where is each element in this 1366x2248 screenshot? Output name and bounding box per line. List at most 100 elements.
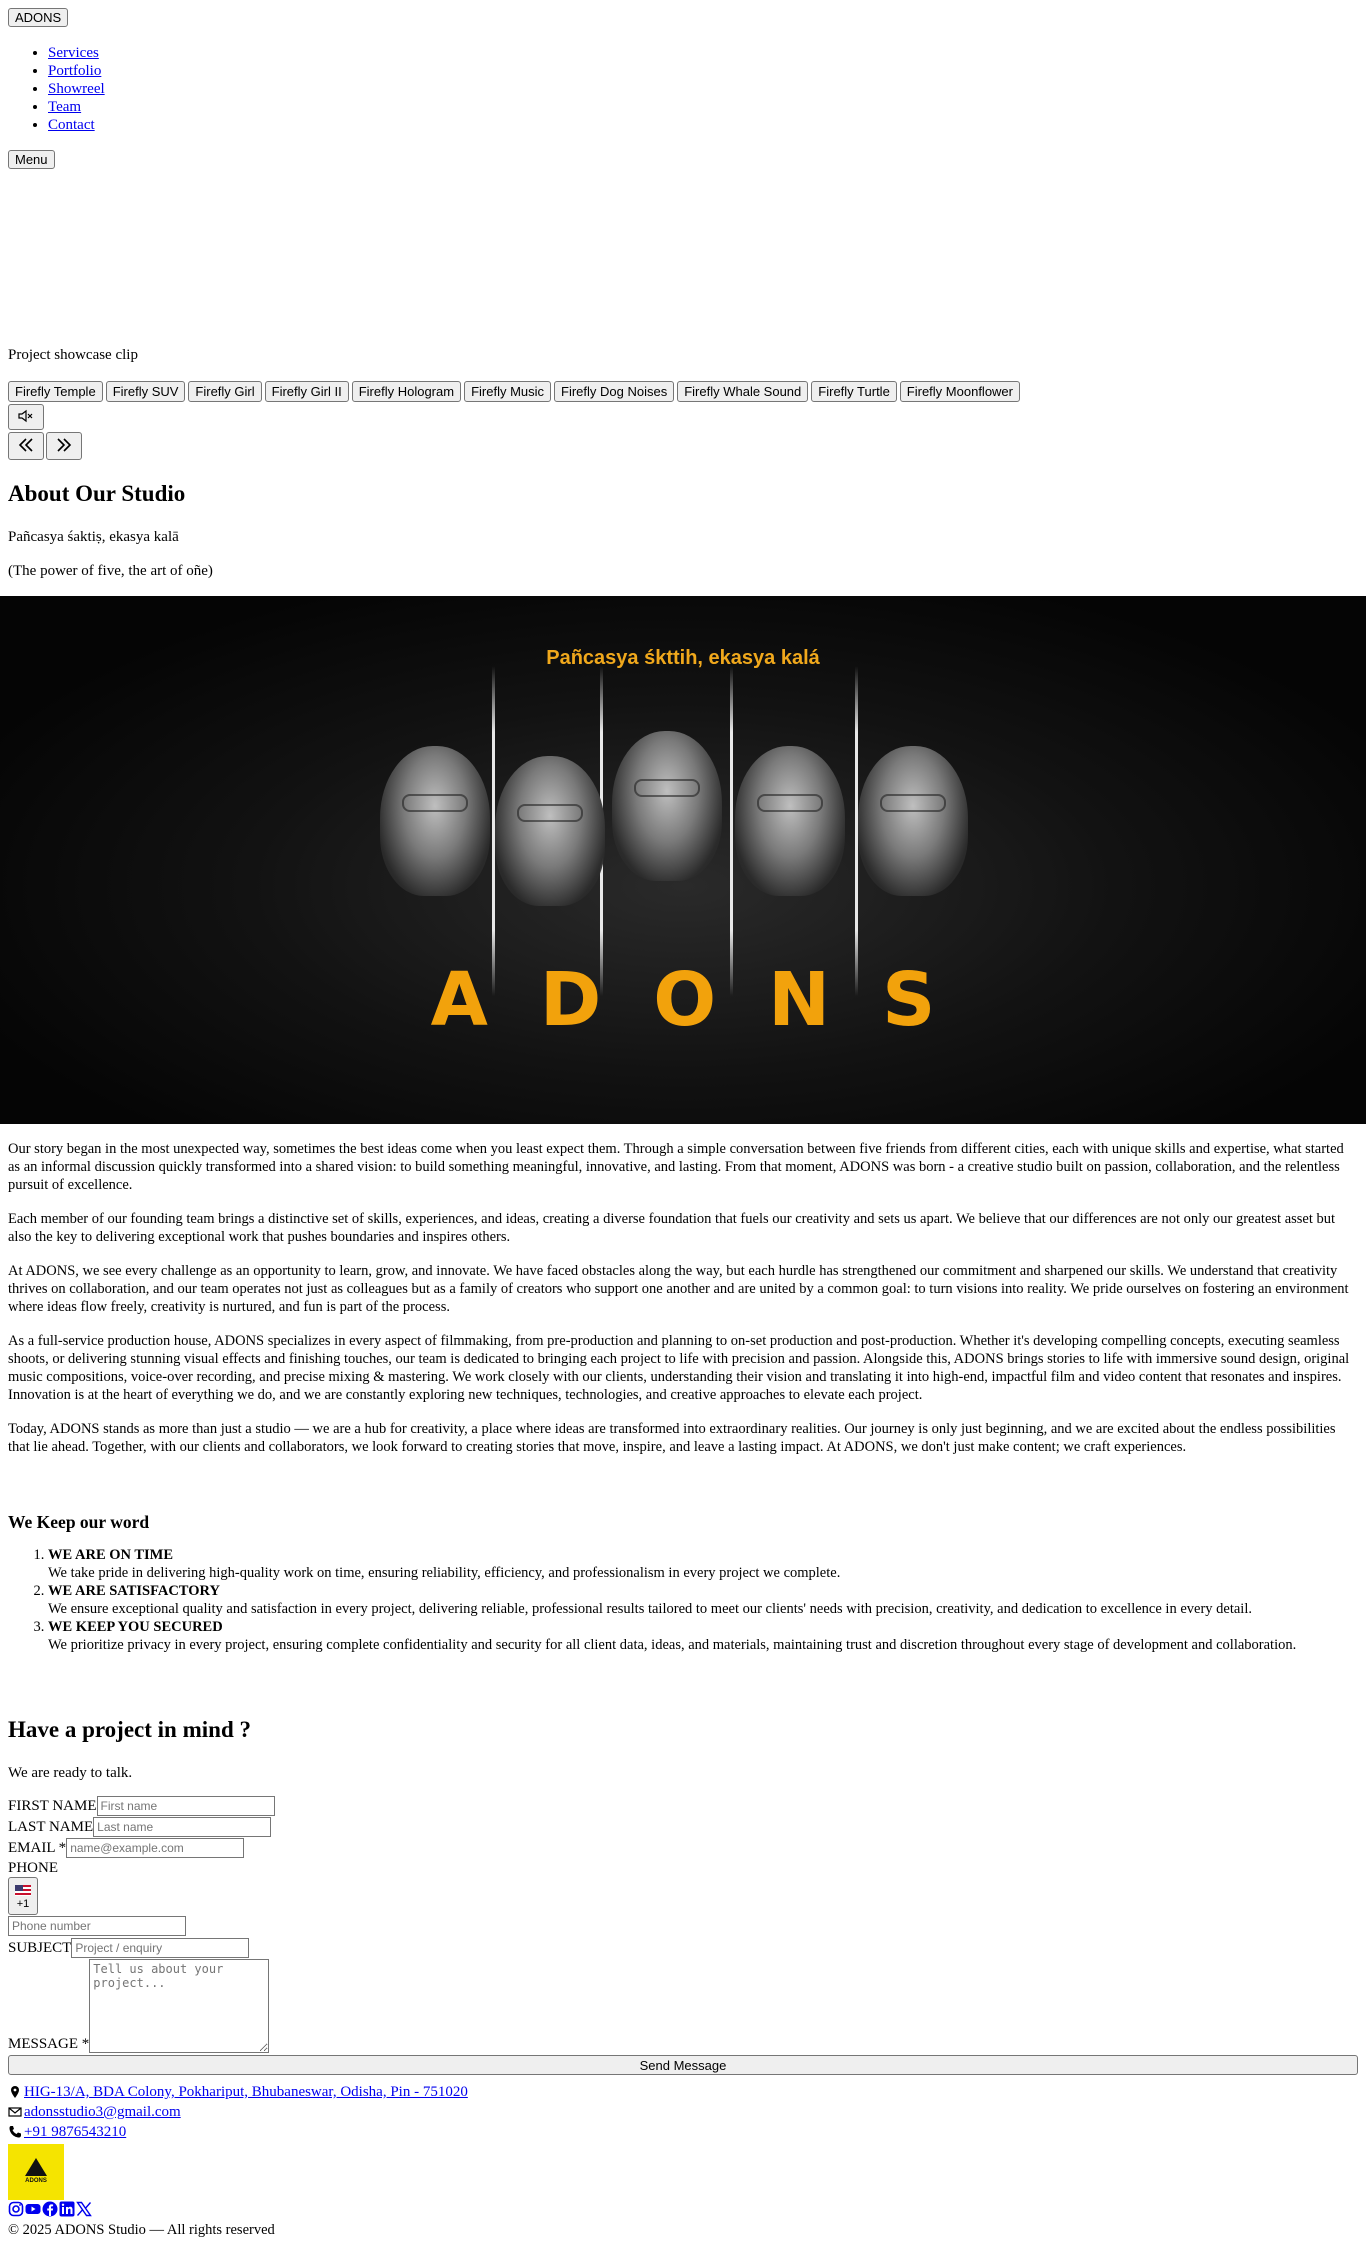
speaker-muted-icon (18, 409, 33, 422)
clip-pager (8, 432, 82, 460)
prev-clip-button[interactable] (8, 432, 44, 460)
team-member-portrait (612, 731, 722, 881)
menu-button[interactable]: Menu (8, 150, 55, 169)
promise-item: WE KEEP YOU SECURED We prioritize privac… (48, 1618, 1366, 1654)
facebook-icon[interactable] (42, 2201, 58, 2217)
email-link[interactable]: adonsstudio3@gmail.com (24, 2103, 181, 2121)
last-name-label: LAST NAME (8, 1819, 94, 1835)
contact-form: FIRST NAME LAST NAME EMAIL * PHONE +1 SU… (8, 1796, 1358, 2075)
phone-icon (9, 2126, 21, 2138)
hero-divider (730, 666, 733, 996)
promises-list: WE ARE ON TIME We take pride in deliveri… (8, 1546, 1366, 1654)
address-link[interactable]: HIG-13/A, BDA Colony, Pokhariput, Bhuban… (24, 2083, 468, 2101)
clip-button[interactable]: Firefly Whale Sound (677, 381, 809, 402)
story-paragraph: As a full-service production house, ADON… (8, 1333, 1350, 1403)
showcase-caption: Project showcase clip (8, 347, 138, 363)
last-name-row: LAST NAME (8, 1817, 1358, 1838)
promise-text: We ensure exceptional quality and satisf… (48, 1601, 1252, 1617)
double-chevron-right-icon (57, 438, 72, 452)
team-member-portrait (495, 756, 605, 906)
adons-logo[interactable]: ADONS (8, 2144, 64, 2200)
message-field[interactable] (89, 1959, 270, 2053)
nav-item-portfolio: Portfolio (48, 62, 105, 80)
nav-link-services[interactable]: Services (48, 45, 99, 61)
youtube-icon[interactable] (25, 2201, 41, 2217)
first-name-row: FIRST NAME (8, 1796, 1358, 1817)
main-nav: Services Portfolio Showreel Team Contact (8, 44, 105, 134)
next-clip-button[interactable] (46, 432, 82, 460)
clip-button[interactable]: Firefly Dog Noises (554, 381, 675, 402)
promise-item: WE ARE SATISFACTORY We ensure exceptiona… (48, 1582, 1366, 1618)
team-member-portrait (380, 746, 490, 896)
story-paragraph: Today, ADONS stands as more than just a … (8, 1421, 1336, 1455)
phone-line: +91 9876543210 (8, 2122, 468, 2142)
clip-button[interactable]: Firefly Turtle (811, 381, 897, 402)
nav-item-services: Services (48, 44, 105, 62)
email-field[interactable] (66, 1838, 245, 1858)
mute-button[interactable] (8, 404, 44, 430)
clip-button[interactable]: Firefly Temple (8, 381, 103, 402)
nav-link-contact[interactable]: Contact (48, 117, 95, 133)
nav-item-contact: Contact (48, 116, 105, 134)
linkedin-icon[interactable] (59, 2201, 75, 2217)
promise-text: We prioritize privacy in every project, … (48, 1637, 1297, 1653)
nav-link-showreel[interactable]: Showreel (48, 81, 105, 97)
story-paragraph: Each member of our founding team brings … (8, 1211, 1336, 1245)
country-code: +1 (16, 1897, 30, 1910)
nav-item-showreel: Showreel (48, 80, 105, 98)
first-name-label: FIRST NAME (8, 1798, 97, 1814)
send-message-button[interactable]: Send Message (8, 2055, 1358, 2075)
clip-button[interactable]: Firefly Hologram (351, 381, 462, 402)
last-name-field[interactable] (93, 1817, 272, 1837)
logo-triangle-icon (25, 2158, 47, 2177)
address-line: HIG-13/A, BDA Colony, Pokhariput, Bhuban… (8, 2082, 468, 2102)
studio-story: Our story began in the most unexpected w… (8, 1140, 1358, 1472)
subject-label: SUBJECT (8, 1940, 72, 1956)
contact-info: HIG-13/A, BDA Colony, Pokhariput, Bhuban… (8, 2082, 468, 2142)
clip-button[interactable]: Firefly Girl (188, 381, 262, 402)
clip-selector: Firefly Temple Firefly SUV Firefly Girl … (8, 381, 1020, 402)
subject-field[interactable] (71, 1938, 250, 1958)
about-title: About Our Studio (8, 481, 186, 506)
first-name-field[interactable] (96, 1796, 275, 1816)
team-member-portrait (735, 746, 845, 896)
promise-heading: WE ARE ON TIME (48, 1547, 174, 1563)
brand-button[interactable]: ADONS (8, 8, 69, 27)
clip-button[interactable]: Firefly Girl II (264, 381, 349, 402)
copyright-text: © 2025 ADONS Studio — All rights reserve… (8, 2222, 275, 2238)
email-row: EMAIL * (8, 1838, 1358, 1859)
us-flag-icon (15, 1884, 31, 1896)
phone-label: PHONE (8, 1860, 59, 1876)
story-paragraph: At ADONS, we see every challenge as an o… (8, 1263, 1349, 1315)
nav-link-team[interactable]: Team (48, 99, 81, 115)
nav-link-portfolio[interactable]: Portfolio (48, 63, 101, 79)
promise-text: We take pride in delivering high-quality… (48, 1565, 841, 1581)
studio-motto-translation: (The power of five, the art of oñe) (8, 563, 213, 579)
hero-brand-word: ADONS (430, 957, 988, 1043)
contact-title: Have a project in mind ? (8, 1717, 251, 1742)
email-label: EMAIL * (8, 1840, 67, 1856)
mail-icon (8, 2107, 22, 2117)
subject-row: SUBJECT (8, 1938, 1358, 1959)
x-icon[interactable] (76, 2201, 92, 2217)
team-hero-image: Pañcasya śkttih, ekasya kalá ADONS (0, 596, 1366, 1124)
promise-heading: WE KEEP YOU SECURED (48, 1619, 223, 1635)
phone-link[interactable]: +91 9876543210 (24, 2123, 126, 2141)
clip-button[interactable]: Firefly SUV (105, 381, 186, 402)
story-paragraph: Our story began in the most unexpected w… (8, 1141, 1344, 1193)
message-row: MESSAGE * (8, 1959, 1358, 2053)
promises-title: We Keep our word (8, 1512, 150, 1532)
email-line: adonsstudio3@gmail.com (8, 2102, 468, 2122)
logo-text: ADONS (25, 2178, 47, 2185)
social-links (8, 2201, 92, 2217)
promise-item: WE ARE ON TIME We take pride in deliveri… (48, 1546, 1366, 1582)
hero-slogan: Pañcasya śkttih, ekasya kalá (546, 647, 820, 669)
instagram-icon[interactable] (8, 2201, 24, 2217)
studio-motto: Pañcasya śaktiṣ, ekasya kalā (8, 529, 179, 545)
map-pin-icon (11, 2086, 19, 2098)
message-label: MESSAGE * (8, 2036, 90, 2052)
clip-button[interactable]: Firefly Music (464, 381, 552, 402)
clip-button[interactable]: Firefly Moonflower (899, 381, 1020, 402)
country-code-button[interactable]: +1 (8, 1877, 38, 1915)
phone-field[interactable] (8, 1916, 186, 1936)
